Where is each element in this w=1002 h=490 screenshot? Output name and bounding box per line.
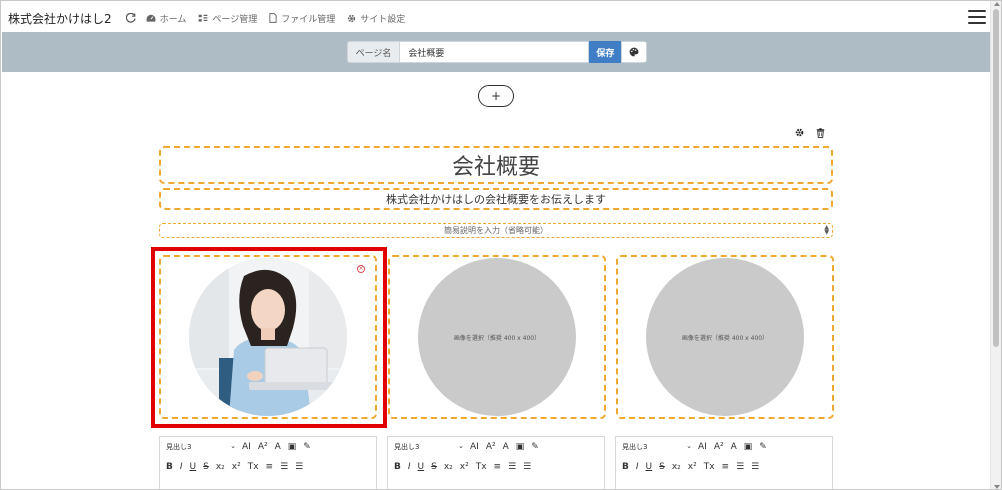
dashboard-icon	[146, 14, 156, 22]
font-color-button[interactable]: A	[503, 442, 509, 452]
image-slot-3[interactable]: 画像を選択（推奨 400 x 400）	[616, 255, 834, 419]
superscript-button[interactable]: x²	[232, 462, 241, 472]
heading-select[interactable]: 見出し3 ⌄	[394, 442, 464, 452]
align-button[interactable]: ≡	[494, 462, 502, 472]
trash-icon[interactable]	[816, 128, 825, 138]
nav-page-management-label: ページ管理	[212, 14, 258, 25]
scroll-up-icon[interactable]	[994, 2, 1000, 6]
superscript-size-button[interactable]: A²	[486, 442, 496, 452]
clear-format-button[interactable]: Tx	[248, 462, 259, 472]
nav-home-label: ホーム	[159, 14, 187, 25]
font-color-button[interactable]: A	[731, 442, 737, 452]
menu-icon[interactable]	[968, 10, 986, 24]
highlight-button[interactable]: ✎	[531, 442, 539, 452]
gear-icon	[348, 14, 356, 22]
font-size-button[interactable]: AI	[698, 442, 707, 452]
strikethrough-button[interactable]: S	[659, 462, 665, 472]
brand-name[interactable]: 株式会社かけはし2	[2, 10, 112, 27]
person-photo	[189, 258, 347, 416]
text-editor-3: 見出し3 ⌄ AI A² A ▣ ✎ B I U S x₂ x² Tx ≡ ☰ ☰	[615, 436, 833, 489]
heading-select[interactable]: 見出し3 ⌄	[622, 442, 692, 452]
superscript-button[interactable]: x²	[460, 462, 469, 472]
add-block-button[interactable]: +	[478, 85, 514, 107]
strikethrough-button[interactable]: S	[203, 462, 209, 472]
bold-button[interactable]: B	[166, 462, 173, 472]
block-title[interactable]: 会社概要	[159, 146, 833, 184]
bold-button[interactable]: B	[394, 462, 401, 472]
clear-format-button[interactable]: Tx	[704, 462, 715, 472]
vertical-scrollbar[interactable]	[990, 1, 1001, 489]
highlight-button[interactable]: ✎	[303, 442, 311, 452]
page-name-bar: ページ名 会社概要 保存	[2, 32, 992, 72]
superscript-button[interactable]: x²	[688, 462, 697, 472]
align-button[interactable]: ≡	[266, 462, 274, 472]
block-tools	[795, 128, 825, 138]
description-input[interactable]: 簡易説明を入力（省略可能） ▲ ▼	[159, 223, 833, 238]
subscript-button[interactable]: x₂	[672, 462, 681, 472]
subscript-button[interactable]: x₂	[444, 462, 453, 472]
block-subtitle[interactable]: 株式会社かけはしの会社概要をお伝えします	[159, 188, 833, 210]
text-editor-1: 見出し3 ⌄ AI A² A ▣ ✎ B I U S x₂ x² Tx ≡ ☰ ☰	[159, 436, 377, 489]
italic-button[interactable]: I	[180, 462, 183, 472]
nav-file-management-label: ファイル管理	[281, 14, 336, 25]
sitemap-icon	[199, 14, 208, 22]
nav-home[interactable]: ホーム	[146, 12, 187, 25]
palette-icon	[630, 47, 639, 57]
superscript-size-button[interactable]: A²	[714, 442, 724, 452]
outdent-button[interactable]: ☰	[280, 462, 288, 472]
bold-button[interactable]: B	[622, 462, 629, 472]
page-name-input[interactable]: 会社概要	[399, 41, 590, 63]
align-button[interactable]: ≡	[722, 462, 730, 472]
bg-color-button[interactable]: ▣	[288, 442, 297, 452]
outdent-button[interactable]: ☰	[736, 462, 744, 472]
indent-button[interactable]: ☰	[295, 462, 303, 472]
underline-button[interactable]: U	[190, 462, 197, 472]
underline-button[interactable]: U	[418, 462, 425, 472]
photo-illustration	[189, 258, 347, 416]
resize-spinner-icon[interactable]: ▲ ▼	[824, 225, 829, 236]
font-size-button[interactable]: AI	[242, 442, 251, 452]
clear-format-button[interactable]: Tx	[476, 462, 487, 472]
italic-button[interactable]: I	[636, 462, 639, 472]
palette-button[interactable]	[621, 41, 648, 63]
font-size-button[interactable]: AI	[470, 442, 479, 452]
image-placeholder: 画像を選択（推奨 400 x 400）	[646, 258, 804, 416]
text-editor-2: 見出し3 ⌄ AI A² A ▣ ✎ B I U S x₂ x² Tx ≡ ☰ ☰	[387, 436, 605, 489]
highlight-button[interactable]: ✎	[759, 442, 767, 452]
indent-button[interactable]: ☰	[751, 462, 759, 472]
indent-button[interactable]: ☰	[523, 462, 531, 472]
font-color-button[interactable]: A	[275, 442, 281, 452]
heading-select[interactable]: 見出し3 ⌄	[166, 442, 236, 452]
sync-icon[interactable]	[125, 13, 136, 23]
app-window: 株式会社かけはし2 ホーム ページ管理 ファイル管理 サイト設定 ページ名 会社…	[0, 0, 1002, 490]
image-placeholder: 画像を選択（推奨 400 x 400）	[418, 258, 576, 416]
page-name-label: ページ名	[346, 41, 400, 63]
nav-file-management[interactable]: ファイル管理	[269, 12, 335, 25]
save-button[interactable]: 保存	[589, 41, 622, 63]
underline-button[interactable]: U	[646, 462, 653, 472]
superscript-size-button[interactable]: A²	[258, 442, 268, 452]
scroll-down-icon[interactable]	[994, 485, 1000, 489]
bg-color-button[interactable]: ▣	[744, 442, 753, 452]
italic-button[interactable]: I	[408, 462, 411, 472]
subscript-button[interactable]: x₂	[216, 462, 225, 472]
nav-page-management[interactable]: ページ管理	[198, 12, 257, 25]
bg-color-button[interactable]: ▣	[516, 442, 525, 452]
remove-image-icon[interactable]: ×	[357, 265, 365, 273]
nav-site-settings-label: サイト設定	[360, 14, 406, 25]
image-slot-1[interactable]: ×	[159, 255, 377, 419]
description-placeholder: 簡易説明を入力（省略可能）	[444, 226, 548, 235]
scrollbar-thumb[interactable]	[993, 9, 999, 347]
top-nav: 株式会社かけはし2 ホーム ページ管理 ファイル管理 サイト設定	[2, 4, 992, 32]
strikethrough-button[interactable]: S	[431, 462, 437, 472]
file-icon	[269, 13, 277, 23]
outdent-button[interactable]: ☰	[508, 462, 516, 472]
nav-site-settings[interactable]: サイト設定	[347, 12, 405, 25]
image-slot-2[interactable]: 画像を選択（推奨 400 x 400）	[388, 255, 606, 419]
block-settings-icon[interactable]	[795, 128, 804, 138]
